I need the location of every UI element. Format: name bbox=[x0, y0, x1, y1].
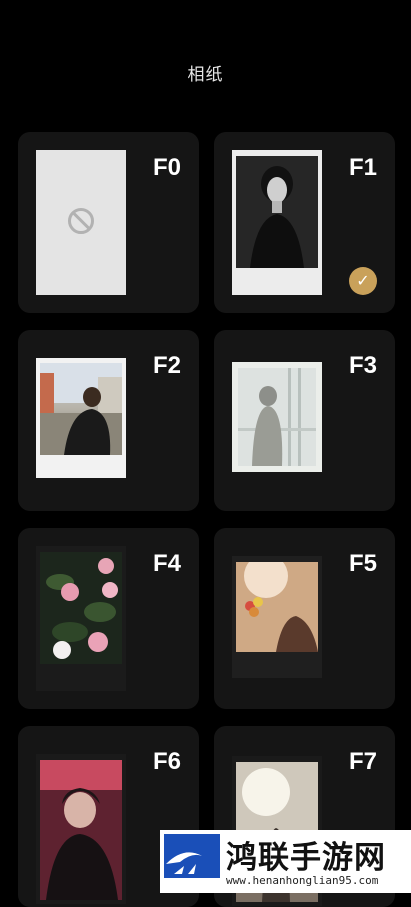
no-entry-icon bbox=[68, 208, 94, 234]
page-title: 相纸 bbox=[187, 65, 224, 85]
watermark: 鸿联手游网 www.henanhonglian95.com bbox=[160, 830, 411, 893]
paper-code: F3 bbox=[348, 352, 377, 379]
paper-option-f3[interactable]: F3 bbox=[214, 330, 395, 511]
paper-preview bbox=[232, 150, 322, 295]
paper-code: F4 bbox=[152, 550, 181, 577]
paper-preview bbox=[36, 150, 126, 295]
paper-preview bbox=[36, 358, 126, 478]
paper-preview bbox=[232, 556, 322, 678]
portrait-photo bbox=[40, 760, 122, 900]
paper-preview bbox=[36, 754, 126, 904]
watermark-name: 鸿联手游网 bbox=[226, 840, 386, 876]
paper-code: F7 bbox=[348, 748, 377, 775]
paper-option-f0[interactable]: F0 bbox=[18, 132, 199, 313]
paper-option-f5[interactable]: F5 bbox=[214, 528, 395, 709]
balloons-photo bbox=[236, 562, 318, 652]
hoodie-photo bbox=[238, 368, 316, 466]
paper-preview bbox=[36, 546, 126, 691]
paper-code: F2 bbox=[152, 352, 181, 379]
logo-icon bbox=[164, 834, 220, 878]
paper-code: F0 bbox=[152, 154, 181, 181]
paper-option-f2[interactable]: F2 bbox=[18, 330, 199, 511]
watermark-url: www.henanhonglian95.com bbox=[226, 874, 379, 887]
paper-option-f1[interactable]: F1 ✓ bbox=[214, 132, 395, 313]
paper-code: F1 bbox=[348, 154, 377, 181]
street-photo bbox=[40, 363, 122, 455]
paper-preview bbox=[232, 362, 322, 472]
checkmark-icon: ✓ bbox=[349, 267, 377, 295]
paper-option-f4[interactable]: F4 bbox=[18, 528, 199, 709]
flowers-photo bbox=[40, 552, 122, 664]
paper-code: F5 bbox=[348, 550, 377, 577]
paper-code: F6 bbox=[152, 748, 181, 775]
portrait-photo bbox=[236, 156, 318, 268]
